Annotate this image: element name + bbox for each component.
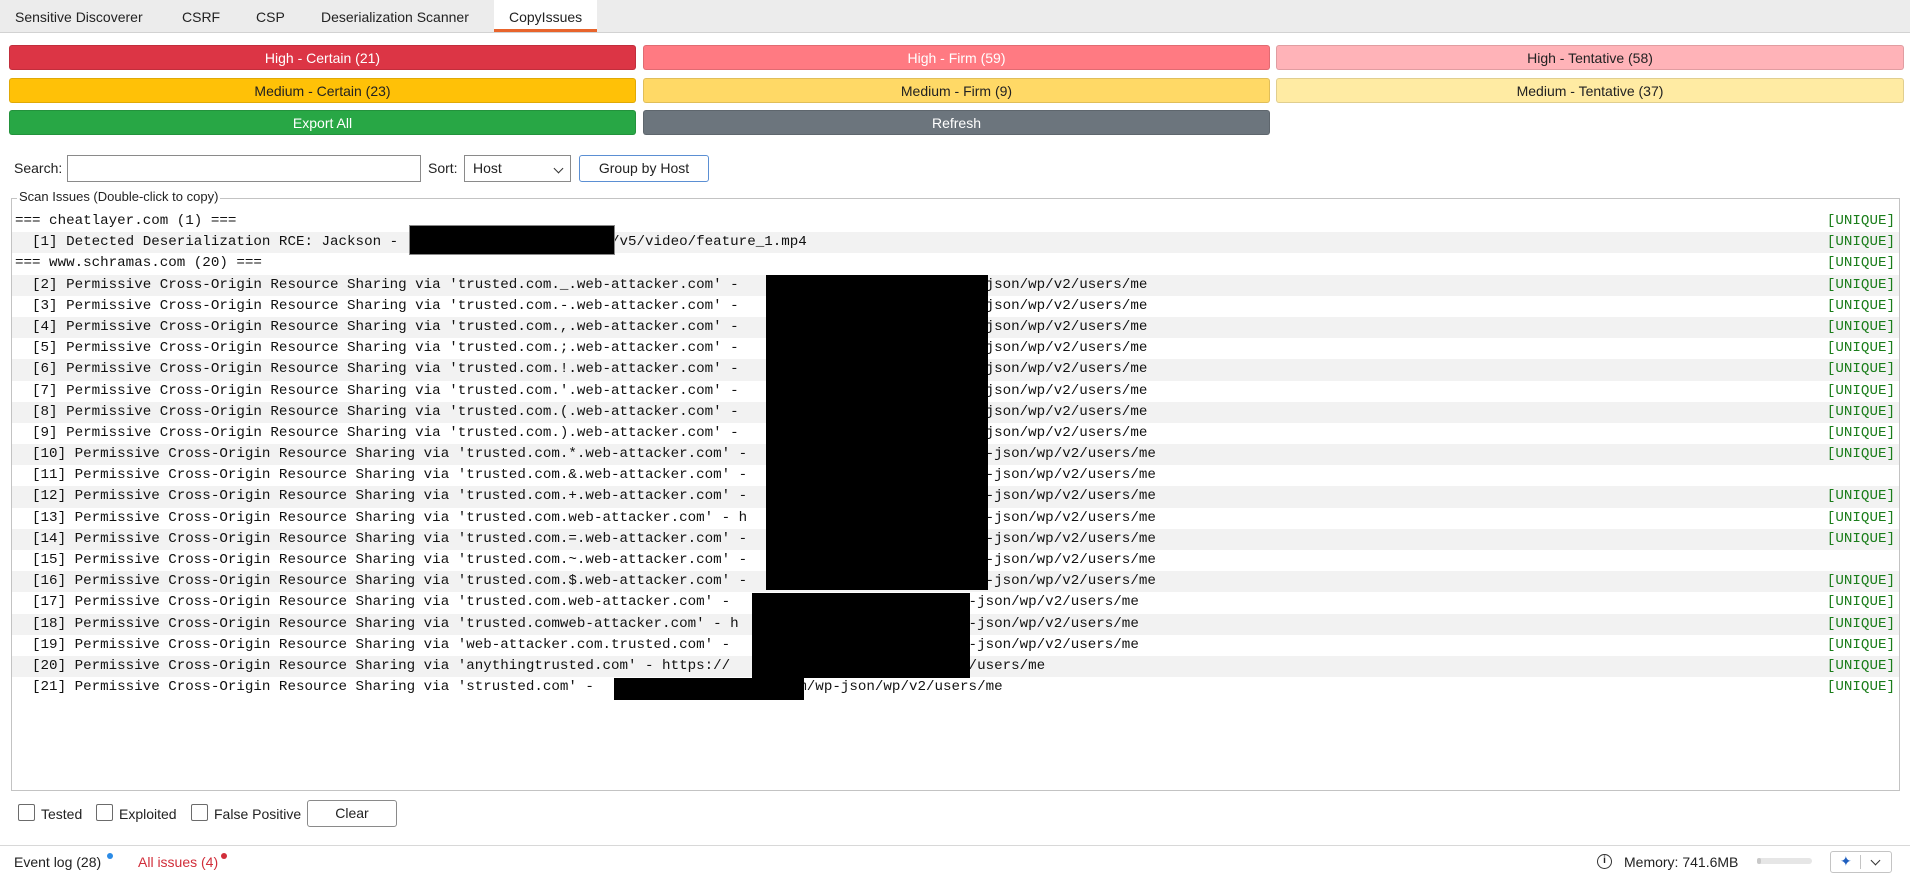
search-input[interactable]	[67, 155, 421, 182]
issue-row[interactable]: === www.schramas.com (20) === [UNIQUE]	[12, 253, 1899, 274]
redacted-block	[766, 275, 988, 590]
unique-badge: [UNIQUE]	[1826, 573, 1895, 590]
unique-badge: [UNIQUE]	[1826, 679, 1895, 696]
false-positive-checkbox[interactable]	[191, 804, 208, 821]
redacted-block	[752, 593, 970, 678]
unique-badge: [UNIQUE]	[1826, 657, 1895, 674]
divider	[1860, 855, 1861, 869]
tab-csrf[interactable]: CSRF	[167, 0, 235, 32]
issue-row[interactable]: === cheatlayer.com (1) === [UNIQUE]	[12, 211, 1899, 232]
unique-badge: [UNIQUE]	[1826, 297, 1895, 314]
search-label: Search:	[14, 160, 63, 176]
export-all-button[interactable]: Export All	[9, 110, 636, 135]
issue-text: === www.schramas.com (20) ===	[15, 255, 262, 272]
memory-readout: Memory: 741.6MB	[1624, 854, 1739, 870]
chevron-down-icon	[553, 163, 564, 174]
issue-row[interactable]: [21] Permissive Cross-Origin Resource Sh…	[12, 677, 1899, 698]
group-by-host-button[interactable]: Group by Host	[579, 155, 709, 182]
sort-select-value: Host	[473, 160, 502, 176]
all-issues-link[interactable]: All issues (4)	[138, 854, 218, 870]
unique-badge: [UNIQUE]	[1826, 488, 1895, 505]
filter-medium-tentative-button[interactable]: Medium - Tentative (37)	[1276, 78, 1904, 103]
tested-checkbox[interactable]	[18, 804, 35, 821]
unique-badge: [UNIQUE]	[1826, 213, 1895, 229]
unique-badge: [UNIQUE]	[1826, 340, 1895, 357]
assistant-menu-button[interactable]: ✦	[1830, 851, 1892, 873]
issue-text: [19] Permissive Cross-Origin Resource Sh…	[15, 636, 1139, 653]
issue-text: [17] Permissive Cross-Origin Resource Sh…	[15, 594, 1139, 611]
refresh-button[interactable]: Refresh	[643, 110, 1270, 135]
issue-text: [18] Permissive Cross-Origin Resource Sh…	[15, 615, 1139, 632]
filter-high-tentative-button[interactable]: High - Tentative (58)	[1276, 45, 1904, 70]
unique-badge: [UNIQUE]	[1826, 530, 1895, 547]
unique-badge: [UNIQUE]	[1826, 636, 1895, 653]
exploited-label: Exploited	[119, 806, 177, 822]
chevron-down-icon	[1870, 855, 1881, 866]
issue-text: === cheatlayer.com (1) ===	[15, 213, 237, 229]
filter-high-certain-button[interactable]: High - Certain (21)	[9, 45, 636, 70]
exploited-checkbox[interactable]	[96, 804, 113, 821]
info-icon[interactable]: i	[1597, 854, 1612, 869]
status-bar: Event log (28) All issues (4) i Memory: …	[0, 845, 1910, 875]
unique-badge: [UNIQUE]	[1826, 424, 1895, 441]
sort-label: Sort:	[428, 160, 458, 176]
unique-badge: [UNIQUE]	[1826, 255, 1895, 272]
unique-badge: [UNIQUE]	[1826, 615, 1895, 632]
unique-badge: [UNIQUE]	[1826, 403, 1895, 420]
tab-bar: Sensitive Discoverer CSRF CSP Deserializ…	[0, 0, 1910, 33]
issue-row[interactable]: [1] Detected Deserialization RCE: Jackso…	[12, 232, 1899, 254]
memory-bar-fill	[1757, 858, 1762, 864]
sort-select[interactable]: Host	[464, 155, 571, 182]
tab-sensitive-discoverer[interactable]: Sensitive Discoverer	[0, 0, 158, 32]
unique-badge: [UNIQUE]	[1826, 509, 1895, 526]
event-log-indicator-icon	[107, 853, 113, 859]
tab-deserialization-scanner[interactable]: Deserialization Scanner	[306, 0, 484, 32]
all-issues-indicator-icon	[221, 853, 227, 859]
unique-badge: [UNIQUE]	[1826, 234, 1895, 251]
unique-badge: [UNIQUE]	[1826, 361, 1895, 378]
issue-text: [21] Permissive Cross-Origin Resource Sh…	[15, 679, 1003, 696]
false-positive-label: False Positive	[214, 806, 302, 822]
tab-csp[interactable]: CSP	[241, 0, 300, 32]
filter-high-firm-button[interactable]: High - Firm (59)	[643, 45, 1270, 70]
clear-button[interactable]: Clear	[307, 800, 397, 827]
scan-issues-title: Scan Issues (Double-click to copy)	[17, 189, 221, 204]
filter-medium-certain-button[interactable]: Medium - Certain (23)	[9, 78, 636, 103]
unique-badge: [UNIQUE]	[1826, 318, 1895, 335]
redacted-block	[614, 678, 804, 700]
unique-badge: [UNIQUE]	[1826, 594, 1895, 611]
redacted-block	[409, 225, 615, 255]
tab-copyissues[interactable]: CopyIssues	[494, 0, 598, 32]
unique-badge: [UNIQUE]	[1826, 446, 1895, 463]
memory-bar	[1757, 858, 1812, 864]
unique-badge: [UNIQUE]	[1826, 382, 1895, 399]
filter-medium-firm-button[interactable]: Medium - Firm (9)	[643, 78, 1270, 103]
tested-label: Tested	[41, 806, 83, 822]
unique-badge: [UNIQUE]	[1826, 276, 1895, 293]
event-log-link[interactable]: Event log (28)	[14, 854, 101, 870]
sparkle-icon: ✦	[1840, 853, 1852, 869]
